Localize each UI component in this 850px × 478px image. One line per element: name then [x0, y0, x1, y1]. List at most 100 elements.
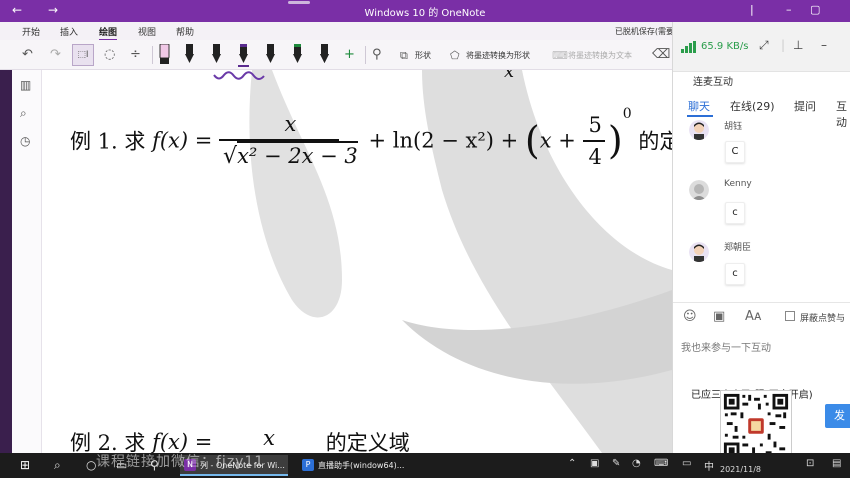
avatar[interactable]	[689, 120, 709, 140]
example-1-prefix: 例 1. 求	[70, 129, 153, 154]
tab-insert[interactable]: 插入	[60, 25, 78, 38]
minimize-panel-icon[interactable]: –	[821, 38, 827, 52]
mute-likes-checkbox[interactable]	[785, 311, 795, 321]
window-separator: |	[750, 3, 754, 16]
example-1-suffix: 的定义域.	[638, 129, 672, 154]
fraction-1: x √x² − 2x − 3	[219, 112, 362, 169]
signal-icon	[681, 41, 696, 53]
notifications-icon[interactable]: ▤	[832, 458, 841, 469]
avatar[interactable]	[689, 242, 709, 262]
pen-black-4[interactable]	[318, 44, 332, 68]
tab-questions[interactable]: 提问	[794, 98, 816, 114]
add-pen-button[interactable]: +	[344, 47, 355, 62]
image-icon[interactable]: ▣	[713, 309, 725, 324]
highlighter-pen[interactable]	[159, 44, 170, 64]
eraser-icon[interactable]: ⌫	[652, 47, 670, 62]
minimize-button[interactable]: –	[786, 3, 792, 16]
ink-scribble	[213, 71, 265, 80]
window-titlebar: ← → Windows 10 的 OneNote | – ▢	[0, 0, 850, 22]
search-icon[interactable]: ⌕	[20, 106, 27, 121]
ink-to-shape-button[interactable]: 将墨迹转换为形状	[466, 50, 530, 61]
ln-term: + ln(2 − x²) +	[368, 128, 525, 153]
example-2-numerator: x	[263, 426, 275, 450]
cortana-icon[interactable]: ○	[86, 458, 96, 472]
tab-interact[interactable]: 互动	[836, 98, 850, 130]
expand-icon[interactable]: ⤢	[759, 38, 769, 53]
message-author: Kenny	[724, 179, 752, 189]
panel-header: 65.9 KB/s ⤢ | ⊥ –	[673, 22, 850, 72]
message-author: 胡钰	[724, 122, 743, 132]
network-icon[interactable]: ◔	[632, 458, 641, 469]
lasso-select-icon[interactable]: ◌	[104, 47, 115, 62]
mute-likes-label: 屏蔽点赞与	[800, 314, 846, 324]
pen-workspace-icon[interactable]: ✎	[612, 458, 620, 469]
tab-online[interactable]: 在线(29)	[730, 98, 775, 114]
qr-code	[720, 390, 792, 462]
navigation-sidebar: ▥ ⌕ ◷	[12, 70, 42, 453]
live-assistant-app-icon: P	[302, 459, 314, 471]
ime-indicator[interactable]: 中	[704, 458, 714, 473]
tray-app-icon[interactable]: ▣	[590, 458, 599, 469]
network-speed: 65.9 KB/s	[701, 41, 749, 52]
live-chat-panel: 65.9 KB/s ⤢ | ⊥ – 连麦互动 聊天 在线(29) 提问 互动 胡…	[672, 22, 850, 453]
pen-black-3[interactable]	[266, 44, 275, 63]
tab-help[interactable]: 帮助	[176, 25, 194, 38]
taskbar-app-live-assistant[interactable]: P 直播助手(window64)...	[298, 455, 408, 476]
tray-overflow-icon[interactable]: ⌃	[568, 458, 576, 469]
draw-ribbon: ↶ ↷ ⬚I ◌ ÷ + ⚲ ⧉ 形状 ⬠ 将墨迹转换为形状 ⌨ 将墨迹转换为文…	[0, 40, 680, 70]
ruler-icon[interactable]: ⚲	[372, 47, 382, 62]
windows-start-icon[interactable]: ⊞	[20, 458, 30, 472]
ink-to-text-icon[interactable]: ⌨	[552, 49, 568, 62]
fraction-2-numerator: 5	[588, 112, 602, 137]
note-page[interactable]: x 例 1. 求 f(x) = x √x² − 2x − 3 + ln(2 − …	[42, 70, 672, 453]
sqrt-symbol: √	[223, 144, 238, 169]
font-size-icon[interactable]: Aᴀ	[745, 309, 762, 324]
paren-open: (	[524, 118, 540, 163]
x-plus: x +	[539, 128, 576, 153]
chat-input[interactable]: 我也来参与一下互动	[681, 339, 771, 354]
ink-to-text-button[interactable]: 将墨迹转换为文本	[568, 50, 632, 61]
tab-chat[interactable]: 聊天	[688, 98, 710, 114]
message-text: C	[725, 141, 745, 163]
ribbon-separator	[152, 46, 153, 64]
message-author: 郑朝臣	[724, 243, 752, 253]
screen-snip-icon[interactable]: ⊡	[806, 458, 814, 469]
tab-home[interactable]: 开始	[22, 25, 40, 38]
watermark-overlay-text: 课程链接加微信：fjzy11	[96, 454, 265, 470]
display-icon[interactable]: ▭	[682, 458, 691, 469]
recent-icon[interactable]: ◷	[20, 134, 30, 148]
screen: ← → Windows 10 的 OneNote | – ▢ 开始 插入 绘图 …	[0, 0, 850, 478]
pen-green[interactable]	[293, 44, 302, 63]
lianmai-label[interactable]: 连麦互动	[693, 73, 733, 88]
ink-to-shape-icon[interactable]: ⬠	[450, 49, 460, 62]
paren-close: )	[607, 118, 623, 163]
notebooks-icon[interactable]: ▥	[20, 78, 31, 92]
clock-date[interactable]: 2021/11/8	[720, 465, 761, 474]
tab-draw[interactable]: 绘图	[99, 25, 118, 41]
message-text: c	[725, 263, 745, 285]
example-2-prefix: 例 2. 求	[70, 431, 153, 453]
example-2-suffix: 的定义域	[319, 431, 410, 453]
pen-black-1[interactable]	[185, 44, 194, 63]
send-button[interactable]: 发	[825, 404, 850, 428]
tab-view[interactable]: 视图	[138, 25, 156, 38]
add-space-icon[interactable]: ÷	[130, 47, 141, 62]
maximize-button[interactable]: ▢	[810, 3, 820, 16]
pen-purple[interactable]	[238, 44, 249, 67]
undo-button[interactable]: ↶	[22, 47, 33, 62]
fraction-2: 5 4	[582, 112, 608, 169]
redo-button[interactable]: ↷	[50, 47, 61, 62]
shapes-icon[interactable]: ⧉	[400, 49, 408, 63]
panel-divider	[673, 302, 850, 303]
active-tab-indicator	[687, 115, 713, 117]
pen-black-2[interactable]	[212, 44, 221, 63]
top-fragment: x	[504, 70, 515, 82]
keyboard-icon[interactable]: ⌨	[654, 458, 668, 469]
emoji-icon[interactable]: ☺	[683, 309, 697, 324]
pin-icon[interactable]: ⊥	[793, 38, 803, 52]
function-lhs: f(x) =	[152, 128, 213, 153]
type-select-tool-icon[interactable]: ⬚I	[72, 44, 94, 66]
shapes-button[interactable]: 形状	[415, 50, 431, 61]
avatar[interactable]	[689, 180, 709, 200]
search-icon[interactable]: ⌕	[54, 458, 61, 473]
